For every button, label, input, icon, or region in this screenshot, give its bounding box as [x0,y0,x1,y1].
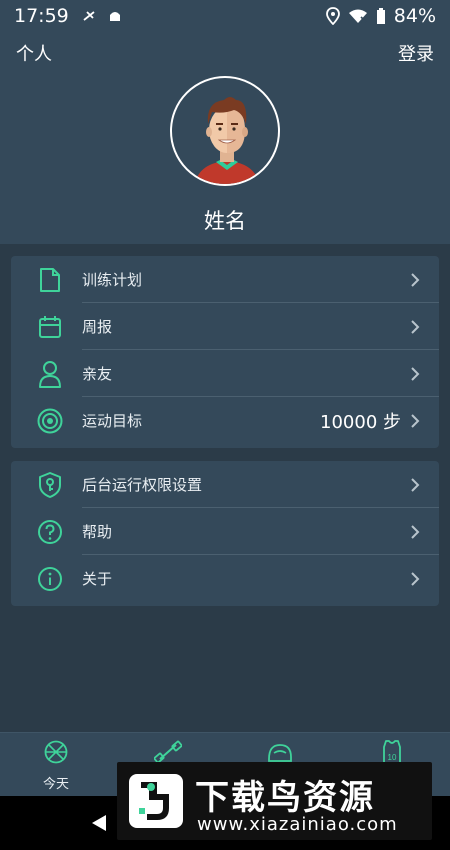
menu-item-training-plan[interactable]: 训练计划 [11,256,439,303]
watermark-banner: 下载鸟资源 www.xiazainiao.com [117,762,432,840]
tab-label: 今天 [42,777,69,792]
notification-icon [83,11,95,21]
chevron-right-icon [411,366,420,381]
user-avatar-icon [194,97,260,184]
chevron-right-icon [411,319,420,334]
document-icon [37,267,63,293]
status-time: 17:59 [14,5,69,27]
help-icon [37,519,63,545]
calendar-icon [37,314,63,340]
menu-item-label: 运动目标 [82,412,143,430]
menu-card-fitness: 训练计划 周报 亲友 运动目标 10000 步 [11,256,439,448]
status-bar: 17:59 84% [0,0,450,32]
basketball-icon [44,740,68,764]
info-icon [37,566,63,592]
menu-item-label: 周报 [82,318,113,336]
tab-today[interactable]: 今天 [21,739,91,792]
menu-item-label: 训练计划 [82,271,143,289]
menu-item-weekly-report[interactable]: 周报 [11,303,439,350]
battery-percentage: 84% [393,5,436,27]
menu-item-label: 亲友 [82,365,113,383]
step-goal-value: 10000 步 [320,411,401,433]
menu-item-background-permission[interactable]: 后台运行权限设置 [11,461,439,508]
watermark-url: www.xiazainiao.com [197,814,398,835]
watermark-title: 下载鸟资源 [195,778,375,818]
profile-header: 17:59 84% 个人 登录 姓名 [0,0,450,244]
menu-card-settings: 后台运行权限设置 帮助 关于 [11,461,439,606]
menu-item-friends[interactable]: 亲友 [11,350,439,397]
chevron-right-icon [411,524,420,539]
target-icon [37,408,63,434]
username: 姓名 [204,209,246,233]
menu-item-exercise-goal[interactable]: 运动目标 10000 步 [11,397,439,444]
menu-item-label: 关于 [82,570,113,588]
shield-key-icon [37,471,63,498]
person-icon [37,360,63,388]
menu-item-label: 后台运行权限设置 [82,476,203,494]
menu-item-label: 帮助 [82,523,113,541]
watermark-logo [129,774,183,828]
location-icon [325,7,340,25]
chevron-right-icon [411,413,420,428]
chevron-right-icon [411,477,420,492]
chevron-right-icon [411,272,420,287]
page-title: 个人 [16,44,52,65]
back-icon[interactable] [90,813,108,833]
jersey-number: 10 [388,753,397,762]
battery-icon [376,8,385,24]
wifi-icon [348,9,367,23]
menu-item-help[interactable]: 帮助 [11,508,439,555]
menu-item-about[interactable]: 关于 [11,555,439,602]
android-icon [109,12,120,21]
avatar[interactable] [170,76,280,186]
login-button[interactable]: 登录 [398,40,434,66]
chevron-right-icon [411,571,420,586]
